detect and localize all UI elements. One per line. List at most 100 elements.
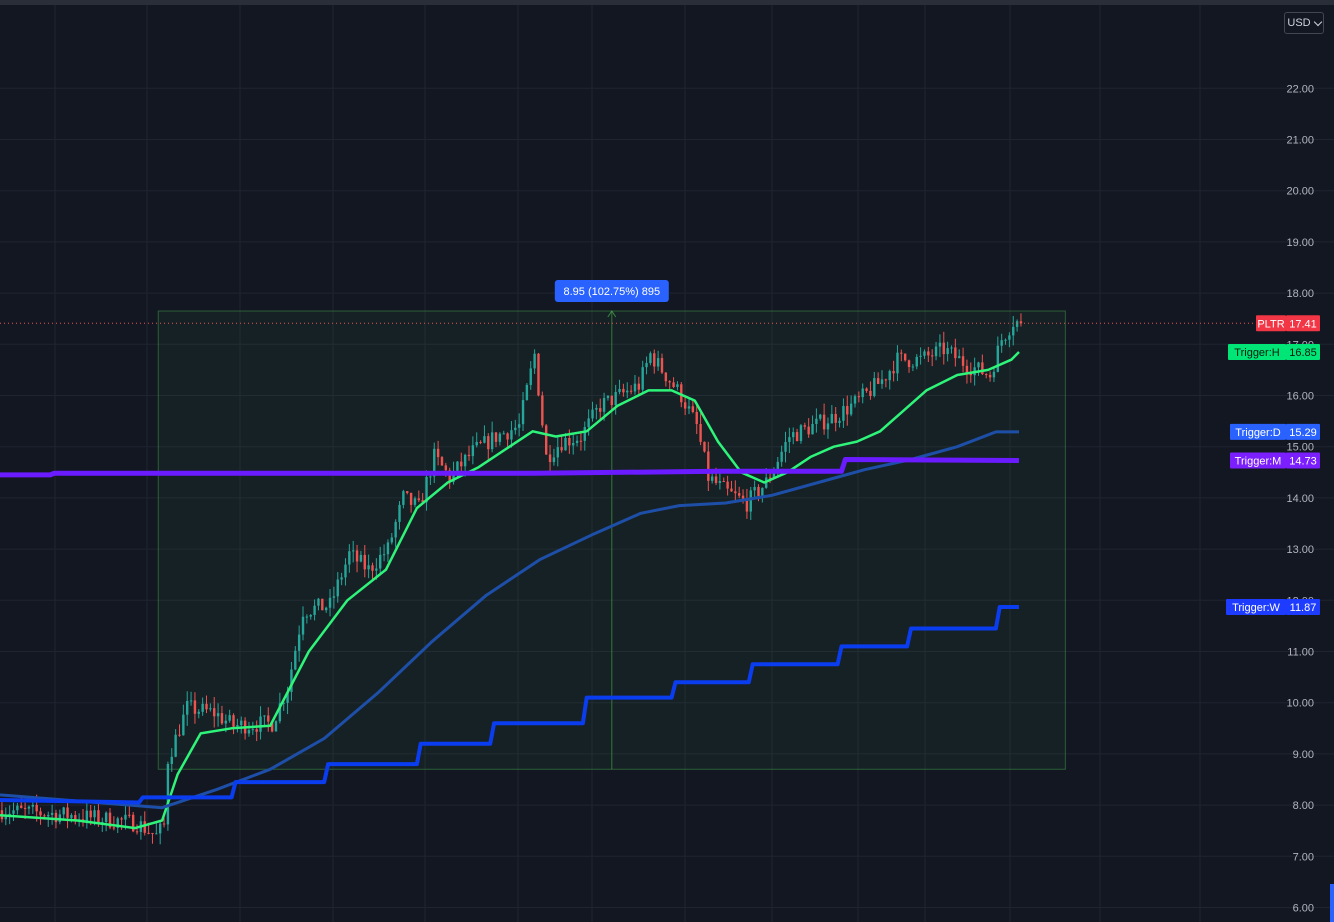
y-tick-label: 18.00 (1286, 288, 1314, 300)
candle-body (112, 827, 116, 829)
candle-body (849, 403, 853, 415)
candle-body (340, 577, 343, 580)
candle-body (923, 351, 926, 356)
candle-body (838, 420, 841, 423)
candle-body (31, 804, 35, 807)
candle-body (232, 715, 235, 727)
candle-body (1000, 340, 1003, 346)
price-chart[interactable]: 8.95 (102.75%) 895 6.00 7.00 8.00 9.00 10.00… (0, 0, 1334, 922)
candle-body (722, 481, 725, 483)
candle (81, 809, 85, 827)
candle-body (70, 815, 73, 818)
candle-body (846, 406, 849, 415)
axis-label-trigger-h: Trigger:H 16.85 (1228, 343, 1320, 360)
candle-body (710, 476, 714, 481)
top-border (0, 0, 1334, 5)
candle-body (471, 445, 475, 457)
candle-body (344, 564, 347, 578)
candle-body (247, 730, 251, 734)
candle (39, 807, 42, 825)
price-axis[interactable]: 6.007.008.009.0010.0011.0012.0013.0014.0… (1286, 83, 1314, 914)
candle-body (490, 432, 494, 450)
candle (703, 441, 706, 453)
candle-body (753, 486, 756, 491)
candle-body (595, 408, 598, 410)
candle-body (456, 461, 459, 471)
y-tick-label: 10.00 (1286, 698, 1314, 710)
candle-body (97, 810, 100, 823)
candle-body (1012, 326, 1015, 336)
candle-body (483, 436, 486, 443)
candle-body (313, 605, 316, 615)
candle-body (151, 832, 154, 834)
candle-body (981, 362, 984, 375)
candle-body (579, 440, 583, 442)
candle (143, 811, 146, 836)
candle-body (294, 650, 297, 670)
candle-body (240, 720, 243, 726)
candle-body (413, 498, 417, 505)
candle-body (363, 554, 366, 570)
candle (50, 804, 54, 825)
candle-body (174, 734, 177, 757)
candle-body (618, 388, 621, 392)
scroll-handle[interactable] (1330, 884, 1334, 922)
candle-body (664, 372, 668, 382)
currency-dropdown[interactable]: USD (1284, 12, 1324, 34)
candle-body (911, 366, 915, 368)
candle-body (734, 491, 737, 494)
candle-body (162, 823, 166, 825)
candle-body (556, 447, 559, 458)
candle-body (792, 432, 795, 438)
candle-body (842, 406, 845, 421)
candle-body (853, 396, 857, 404)
candle (62, 806, 65, 819)
candle-body (85, 810, 89, 822)
candle-body (560, 447, 563, 451)
candle-body (915, 356, 918, 367)
candle-body (737, 493, 741, 496)
candle-body (653, 353, 656, 367)
candle-body (834, 413, 837, 423)
axis-label-name: Trigger:M (1235, 456, 1282, 468)
candle-body (815, 418, 818, 424)
candle-body (830, 413, 834, 424)
candle (85, 803, 89, 829)
candle-body (703, 441, 706, 452)
y-tick-label: 21.00 (1286, 135, 1314, 147)
candle-body (324, 607, 328, 611)
candle-body (463, 454, 467, 467)
candle-body (309, 614, 312, 617)
candle-body (529, 368, 532, 385)
candle-body (251, 729, 255, 731)
candle-body (888, 371, 891, 381)
candle-body (857, 396, 861, 398)
candle-body (406, 491, 409, 493)
candle-body (988, 374, 992, 378)
candle-body (811, 423, 814, 435)
candle-body (224, 720, 228, 724)
axis-label-trigger-w: Trigger:W 11.87 (1226, 598, 1320, 615)
candle-body (297, 634, 301, 651)
y-tick-label: 16.00 (1286, 391, 1314, 403)
candle-body (622, 388, 625, 393)
candle-body (610, 395, 614, 406)
candle-body (429, 476, 432, 478)
candle-body (788, 437, 791, 442)
axis-label-value: 15.29 (1289, 427, 1317, 439)
candle-body (900, 352, 903, 354)
candle-body (460, 461, 463, 467)
candle-body (1008, 335, 1011, 340)
candle-body (668, 381, 671, 383)
candle-body (583, 427, 586, 441)
candle-body (903, 353, 907, 361)
candle-body (552, 457, 556, 463)
candle-body (726, 481, 729, 489)
candle (537, 352, 540, 397)
axis-label-name: Trigger:H (1234, 347, 1279, 359)
candle-body (784, 441, 787, 452)
candle-body (54, 812, 58, 823)
candle-body (1004, 339, 1007, 341)
candle-body (749, 490, 752, 512)
candle-body (780, 451, 783, 462)
